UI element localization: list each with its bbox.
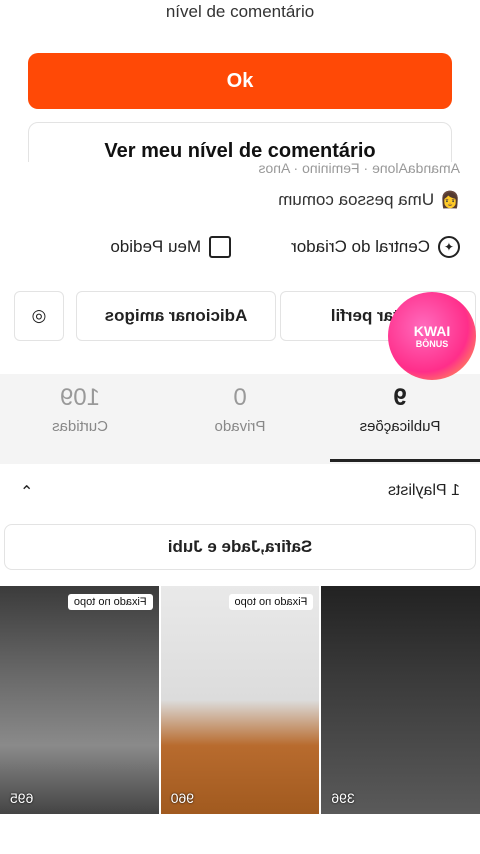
likes-count: 109 (59, 384, 101, 411)
my-order-link[interactable]: Meu Pedido (110, 236, 232, 258)
playlist-pill[interactable]: Safira,Jade e Jubi (4, 524, 476, 570)
common-person-label: Uma pessoa comum (278, 190, 435, 209)
promo-line2: BÔNUS (415, 338, 449, 349)
top-message: nível de comentário (165, 2, 315, 21)
pinned-badge: Fixado no topo (67, 594, 153, 610)
posts-label: Publicações (359, 418, 441, 435)
instagram-button[interactable]: ◎ (14, 291, 64, 341)
shopping-bag-icon (209, 236, 232, 258)
playlist-pill-label: Safira,Jade e Jubi (167, 537, 313, 556)
view-count: 960 (170, 790, 195, 806)
profile-tabs: 9 Publicações 0 Privado 109 Curtidas (0, 384, 480, 435)
pinned-badge: Fixado no topo (228, 594, 314, 610)
username-line: AmandaAlone · Feminino · Anos (258, 162, 460, 176)
ok-button[interactable]: Ok (28, 53, 452, 109)
promo-line1: KWAI (413, 322, 451, 339)
video-thumb[interactable]: 396 (321, 586, 480, 814)
likes-label: Curtidas (52, 418, 108, 435)
add-friends-button[interactable]: Adicionar amigos (76, 291, 276, 341)
creator-links: ✦ Central do Criador Meu Pedido (20, 236, 460, 258)
tab-private[interactable]: 0 Privado (160, 384, 320, 435)
private-label: Privado (214, 418, 266, 435)
creator-center-link[interactable]: ✦ Central do Criador (291, 236, 460, 258)
tab-posts[interactable]: 9 Publicações (320, 384, 480, 435)
playlist-header-label: 1 Playlists (387, 482, 460, 499)
video-grid: 396 Fixado no topo 960 Fixado no topo 69… (0, 586, 480, 854)
view-count: 396 (331, 790, 355, 806)
common-person-row: 👩 Uma pessoa comum (278, 190, 460, 210)
tab-likes[interactable]: 109 Curtidas (0, 384, 160, 435)
my-order-label: Meu Pedido (110, 237, 202, 256)
video-thumb[interactable]: Fixado no topo 960 (160, 586, 320, 814)
person-emoji-icon: 👩 (440, 192, 460, 209)
posts-count: 9 (393, 384, 407, 411)
private-count: 0 (233, 384, 247, 411)
creator-icon: ✦ (438, 236, 460, 258)
profile-mirrored-view: AmandaAlone · Feminino · Anos 👩 Uma pess… (0, 162, 480, 854)
playlist-header: 1 Playlists ⌃ (20, 482, 460, 502)
profile-action-row: Adicionar amigos ◎ (6, 291, 276, 341)
instagram-icon: ◎ (31, 306, 47, 325)
video-thumb[interactable]: Fixado no topo 695 (0, 586, 159, 814)
creator-center-label: Central do Criador (291, 237, 430, 256)
chevron-up-icon[interactable]: ⌃ (20, 482, 33, 502)
active-tab-indicator (330, 459, 480, 462)
kwai-bonus-badge[interactable]: KWAI BÔNUS (388, 292, 476, 380)
view-count: 695 (9, 790, 34, 806)
